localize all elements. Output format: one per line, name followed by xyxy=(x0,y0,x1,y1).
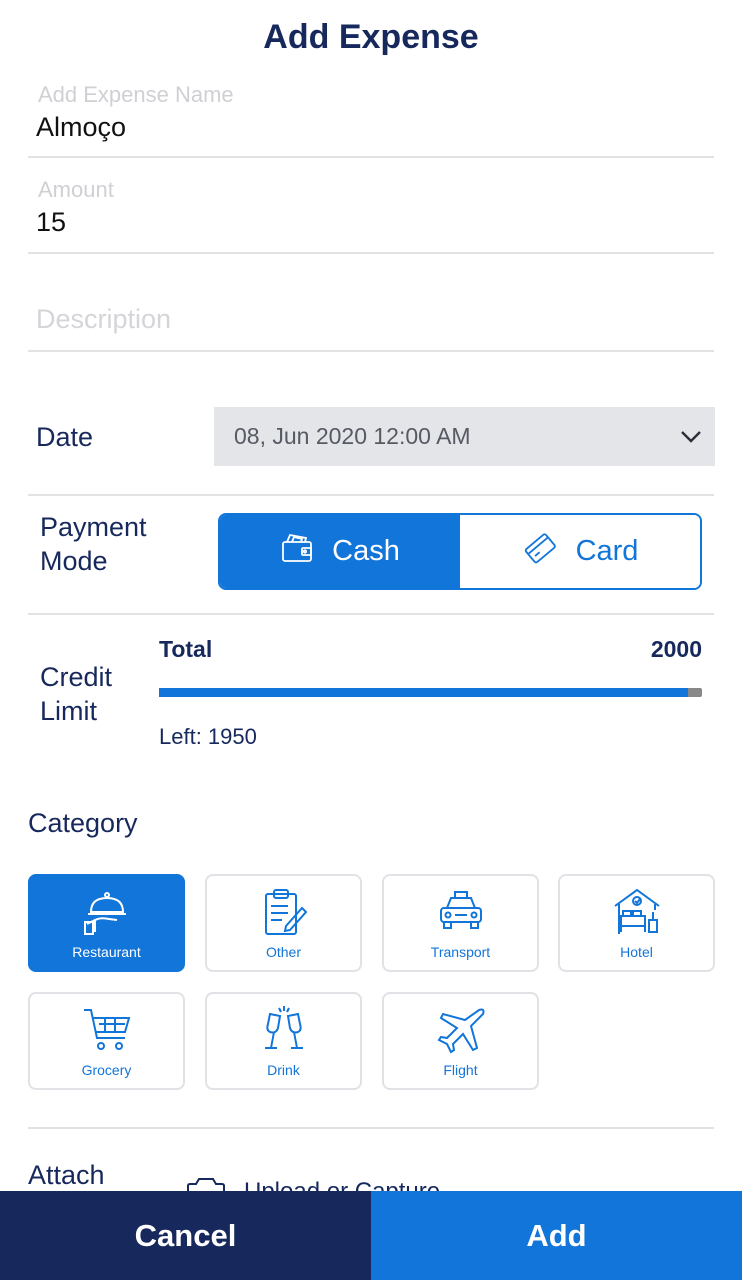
payment-mode-toggle[interactable]: Cash Card xyxy=(218,513,702,590)
restaurant-icon xyxy=(83,892,126,935)
card-icon xyxy=(522,531,558,573)
date-value: 08, Jun 2020 12:00 AM xyxy=(234,423,471,449)
attach-label: Attach xyxy=(28,1160,105,1190)
hotel-icon xyxy=(613,888,660,934)
description-placeholder: Description xyxy=(36,304,172,334)
wallet-icon xyxy=(280,531,314,573)
amount-label: Amount xyxy=(38,177,114,202)
plane-icon xyxy=(437,1008,484,1054)
category-restaurant[interactable]: Restaurant xyxy=(28,874,185,972)
drink-icon xyxy=(264,1006,303,1049)
grocery-label: Grocery xyxy=(81,1062,132,1078)
category-flight[interactable]: Flight xyxy=(382,992,539,1090)
category-other[interactable]: Other xyxy=(205,874,362,972)
credit-label-line2: Limit xyxy=(40,696,98,726)
date-label: Date xyxy=(36,422,94,452)
credit-progress-bar xyxy=(159,688,702,697)
amount-field[interactable]: Amount 15 xyxy=(28,172,714,254)
clipboard-icon xyxy=(264,889,307,935)
chevron-down-icon[interactable] xyxy=(667,407,715,466)
footer-actions: Cancel Add xyxy=(0,1191,742,1280)
restaurant-label: Restaurant xyxy=(72,944,141,960)
payment-mode-label: Payment Mode xyxy=(40,510,147,578)
expense-name-value[interactable]: Almoço xyxy=(36,112,126,143)
cash-option[interactable]: Cash xyxy=(220,515,460,588)
cart-icon xyxy=(83,1009,130,1050)
amount-value[interactable]: 15 xyxy=(36,207,66,238)
drink-label: Drink xyxy=(267,1062,300,1078)
category-transport[interactable]: Transport xyxy=(382,874,539,972)
transport-label: Transport xyxy=(430,944,491,960)
credit-label-line1: Credit xyxy=(40,662,113,692)
credit-left-text: Left: 1950 xyxy=(159,724,257,749)
date-picker[interactable]: 08, Jun 2020 12:00 AM xyxy=(214,407,715,466)
credit-total-label: Total xyxy=(159,636,213,662)
page-title: Add Expense xyxy=(263,18,479,56)
card-option[interactable]: Card xyxy=(460,515,700,588)
credit-total-value: 2000 xyxy=(650,636,702,662)
divider xyxy=(28,613,714,615)
credit-limit-label: Credit Limit xyxy=(40,660,112,728)
expense-name-field[interactable]: Add Expense Name Almoço xyxy=(28,78,714,158)
divider xyxy=(28,494,714,496)
category-title: Category xyxy=(28,808,138,838)
flight-label: Flight xyxy=(443,1062,478,1078)
cash-label: Cash xyxy=(332,535,400,567)
cancel-button[interactable]: Cancel xyxy=(0,1191,371,1280)
payment-label-line1: Payment xyxy=(40,512,147,542)
divider xyxy=(28,1127,714,1129)
category-hotel[interactable]: Hotel xyxy=(558,874,715,972)
category-drink[interactable]: Drink xyxy=(205,992,362,1090)
expense-name-label: Add Expense Name xyxy=(38,82,234,107)
add-button[interactable]: Add xyxy=(371,1191,742,1280)
payment-label-line2: Mode xyxy=(40,546,108,576)
taxi-icon xyxy=(439,891,482,929)
other-label: Other xyxy=(265,944,301,960)
card-label: Card xyxy=(575,535,639,567)
camera-icon[interactable] xyxy=(186,1178,226,1192)
description-field[interactable]: Description xyxy=(28,280,714,352)
category-grocery[interactable]: Grocery xyxy=(28,992,185,1090)
credit-progress-fill xyxy=(159,688,689,697)
hotel-label: Hotel xyxy=(620,944,653,960)
